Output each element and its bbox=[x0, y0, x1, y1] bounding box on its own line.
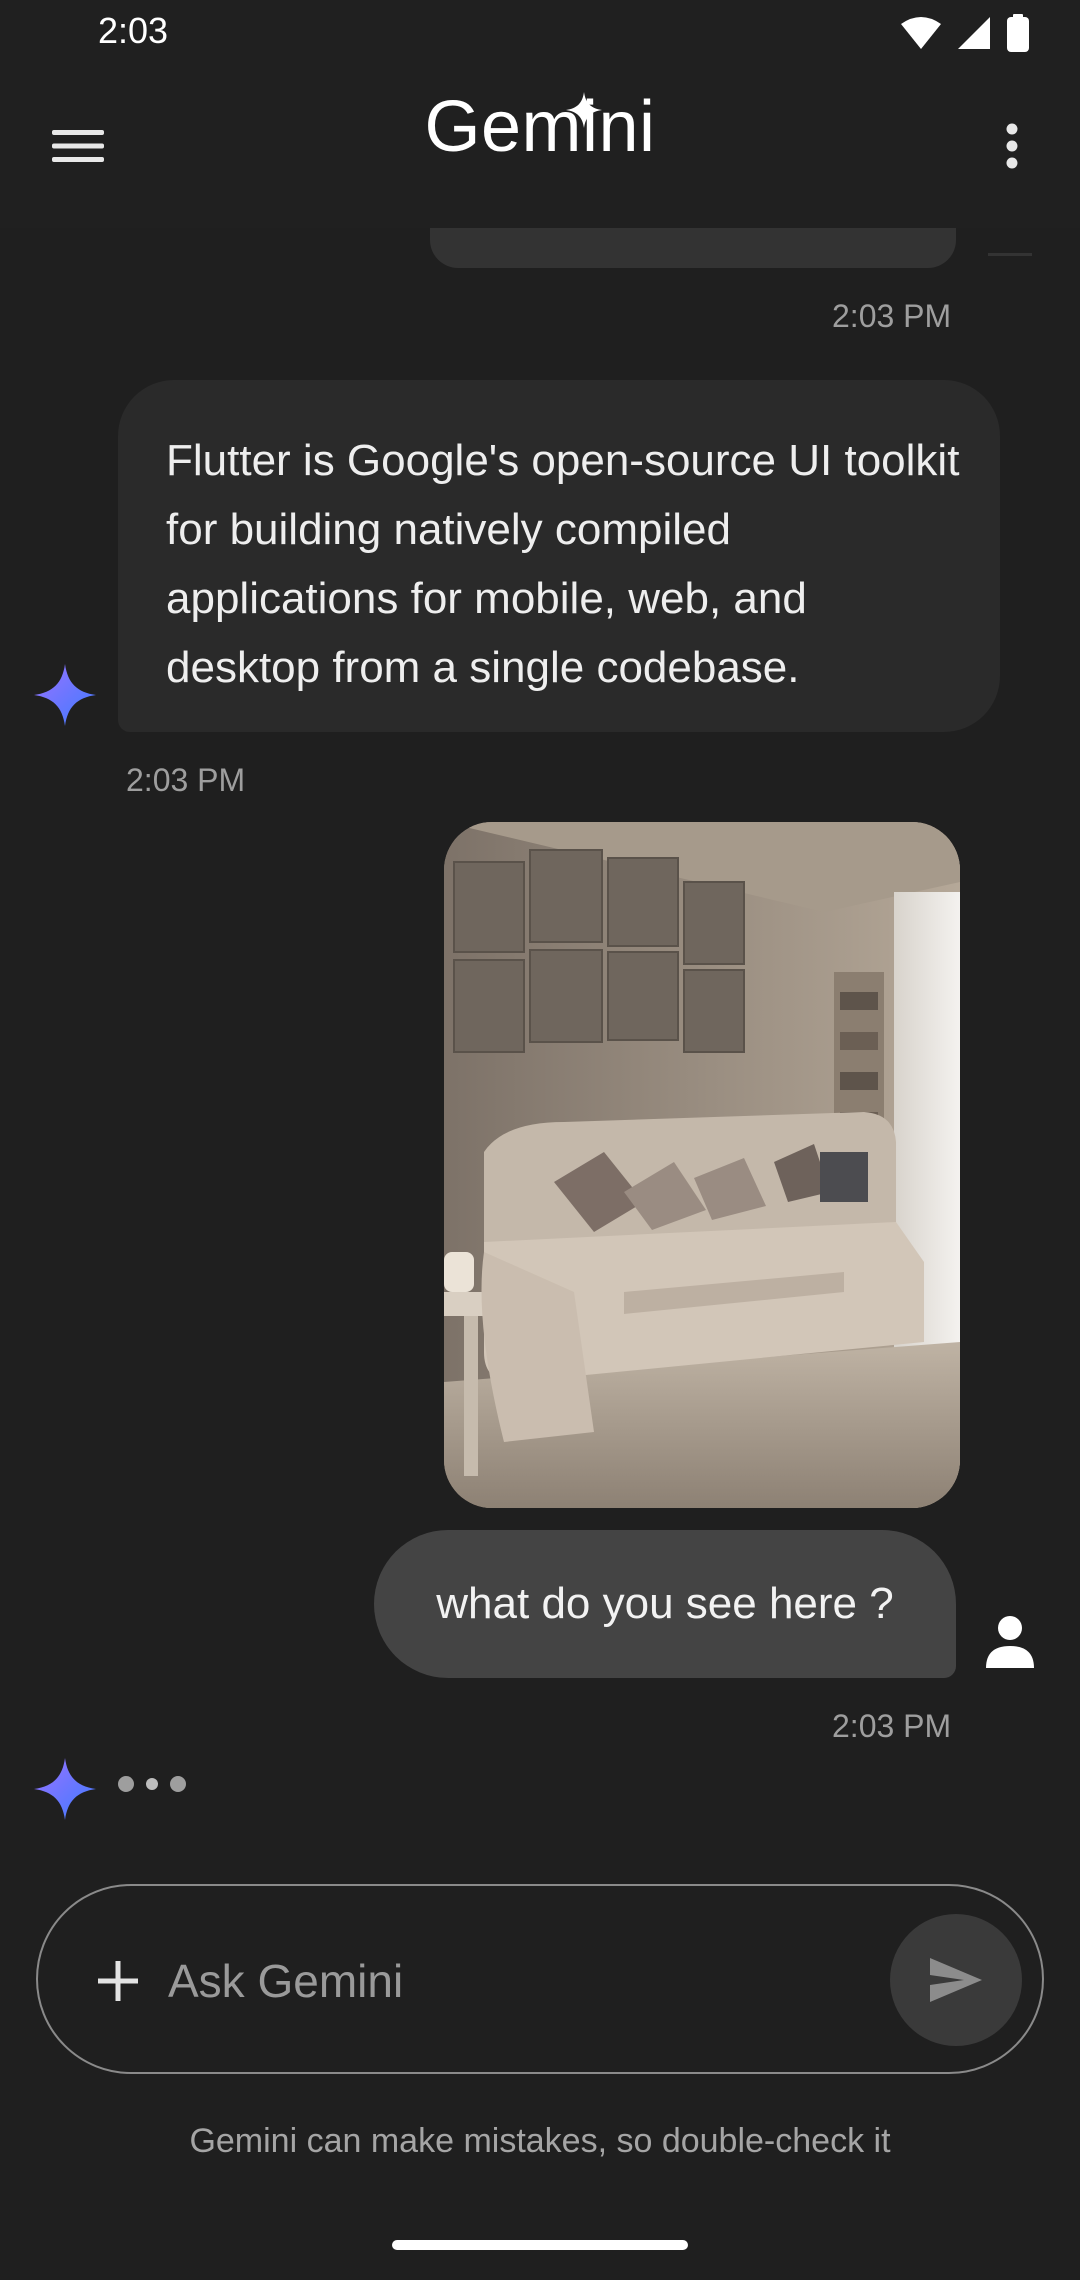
title-sparkle-icon bbox=[566, 92, 602, 128]
typing-indicator bbox=[118, 1776, 186, 1792]
message-timestamp: 2:03 PM bbox=[832, 298, 952, 334]
app-title-wrap: Gemini bbox=[0, 86, 1080, 168]
wifi-icon bbox=[901, 17, 941, 49]
more-vert-icon bbox=[1006, 123, 1018, 169]
screen: 2:03 Gemini 2:03 PM Flutter is Google's … bbox=[0, 0, 1080, 2280]
disclaimer-text: Gemini can make mistakes, so double-chec… bbox=[189, 2122, 891, 2160]
gemini-sparkle-icon bbox=[34, 1758, 96, 1820]
status-bar: 2:03 bbox=[0, 0, 1080, 66]
plus-icon bbox=[98, 1961, 138, 2001]
more-options-button[interactable] bbox=[972, 106, 1052, 186]
previous-user-avatar bbox=[988, 240, 1032, 256]
previous-user-bubble bbox=[430, 228, 956, 268]
message-timestamp: 2:03 PM bbox=[126, 762, 246, 798]
user-message-bubble: what do you see here ? bbox=[374, 1530, 956, 1678]
gemini-sparkle-icon bbox=[34, 664, 96, 726]
user-image-attachment[interactable] bbox=[444, 822, 960, 1508]
status-icons bbox=[900, 14, 1030, 52]
typing-dot bbox=[118, 1776, 134, 1792]
ask-gemini-input[interactable] bbox=[168, 1936, 908, 2026]
bot-message-bubble: Flutter is Google's open-source UI toolk… bbox=[118, 380, 1000, 732]
typing-dot bbox=[170, 1776, 186, 1792]
chat-input-bar bbox=[36, 1884, 1044, 2074]
battery-icon bbox=[1007, 14, 1029, 52]
user-avatar-icon bbox=[986, 1616, 1034, 1668]
signal-icon bbox=[958, 17, 990, 49]
send-icon bbox=[930, 1958, 982, 2002]
typing-dot bbox=[146, 1778, 158, 1790]
app-title: Gemini bbox=[424, 87, 656, 167]
add-attachment-button[interactable] bbox=[78, 1941, 158, 2021]
user-message-text: what do you see here ? bbox=[436, 1579, 894, 1628]
room-photo bbox=[444, 822, 960, 1508]
message-timestamp: 2:03 PM bbox=[832, 1708, 952, 1744]
send-button[interactable] bbox=[890, 1914, 1022, 2046]
app-bar: Gemini bbox=[0, 66, 1080, 228]
status-time: 2:03 bbox=[98, 10, 169, 51]
home-indicator[interactable] bbox=[392, 2240, 688, 2250]
